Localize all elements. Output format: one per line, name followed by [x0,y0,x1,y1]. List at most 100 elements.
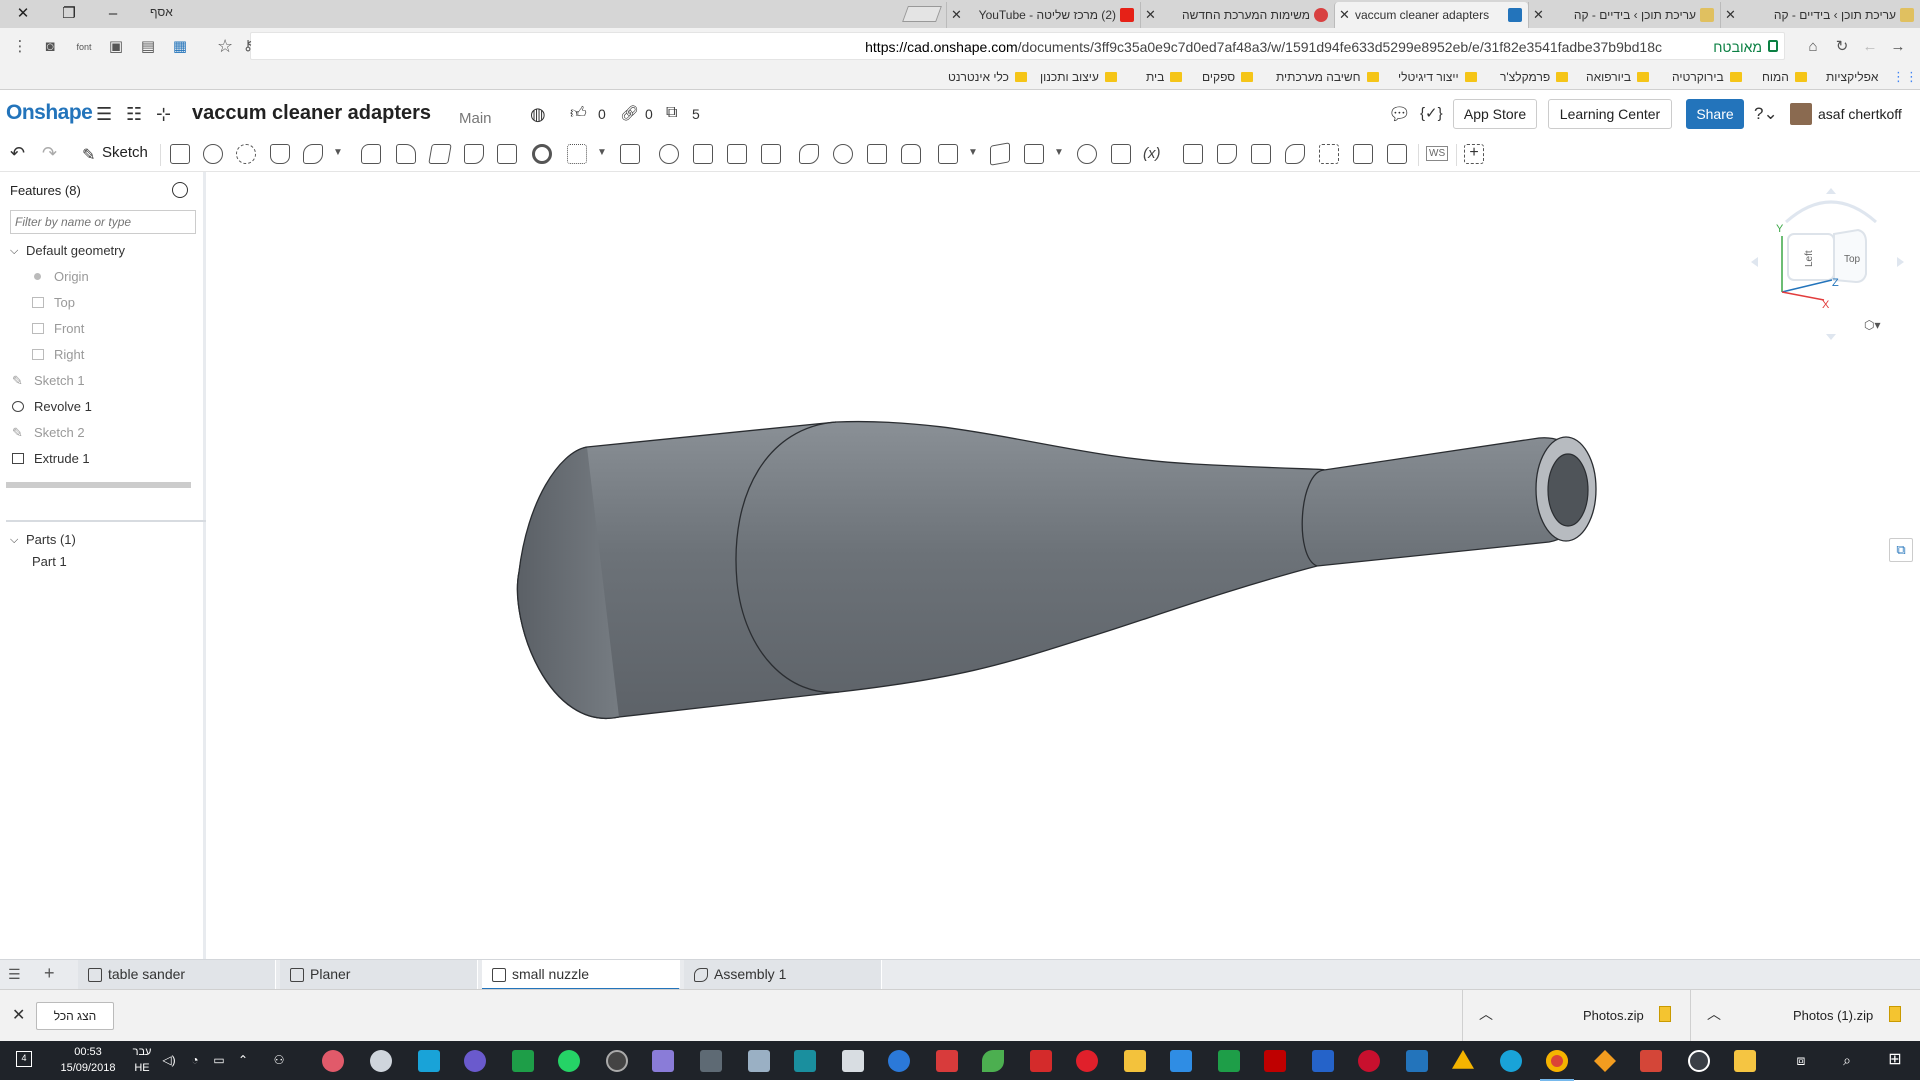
sweep-tool-icon[interactable] [236,144,256,164]
bookmark-item[interactable]: אפליקציות [1826,70,1878,84]
revolve-tool-icon[interactable] [203,144,223,164]
menu-dots-icon[interactable]: ⋮ [10,37,30,57]
rib-tool-icon[interactable] [464,144,484,164]
bookmark-folder[interactable]: ייצור דיגיטלי [1398,70,1477,84]
xmind-app-icon[interactable] [936,1050,958,1072]
tray-expand-icon[interactable]: ⌃ [236,1053,250,1067]
apps-grid-icon[interactable]: ⋮⋮ [1892,69,1918,85]
tab-close-icon[interactable]: ✕ [1725,2,1736,28]
onshape-logo[interactable]: Onshape [6,101,93,125]
leaf-app-icon[interactable] [982,1050,1004,1072]
tab-tool-icon[interactable] [1251,144,1271,164]
filezilla-app-icon[interactable] [1264,1050,1286,1072]
sheet-metal-icon[interactable] [1183,144,1203,164]
chevron-down-icon[interactable]: ⌵ [10,240,18,262]
inkscape-app-icon[interactable] [652,1050,674,1072]
windows-start-icon[interactable]: ⊞ [1888,1052,1902,1068]
window-minimize-icon[interactable]: – [100,3,126,25]
asana-app-icon[interactable] [322,1050,344,1072]
tab-table-sander[interactable]: table sander [78,960,276,990]
delete-part-icon[interactable] [761,144,781,164]
chrome-app-icon[interactable] [1540,1050,1574,1081]
chevron-down-icon[interactable]: ▼ [597,147,607,167]
calendar-extension-icon[interactable]: ▦ [170,37,190,57]
bend-tool-icon[interactable] [1285,144,1305,164]
rotate-arc-icon[interactable] [1785,200,1877,224]
bookmark-star-icon[interactable]: ☆ [217,36,233,57]
download-item[interactable]: ︿ Photos (1).zip [1690,990,1920,1042]
mirror-tool-icon[interactable] [620,144,640,164]
browser-tab[interactable]: (2) מרכז שליטה - YouTube ✕ [946,2,1140,28]
bookmark-folder[interactable]: חשיבה מערכתית [1276,70,1379,84]
bookmark-folder[interactable]: ביורפואה [1586,70,1650,84]
mate-connector-icon[interactable] [1111,144,1131,164]
insert-icon[interactable]: ⊹ [156,104,171,125]
tab-manager-icon[interactable]: ☰ [8,966,21,983]
extension-icon[interactable]: ◙ [40,37,60,57]
chevron-down-icon[interactable]: ▼ [333,147,343,167]
notifications-icon[interactable]: 4 [16,1051,32,1067]
url-omnibox[interactable]: ☆ ⚷ https://cad.onshape.com/documents/3f… [217,32,1785,60]
obs-app-icon[interactable] [606,1050,628,1072]
add-custom-feature-icon[interactable]: + [1464,144,1484,164]
transform-tool-icon[interactable] [727,144,747,164]
feature-list-toggle-icon[interactable]: ☷ [126,104,142,125]
bookmark-folder[interactable]: עיצוב ותכנון [1040,70,1117,84]
gmail-app-icon[interactable] [1640,1050,1662,1072]
chevron-up-icon[interactable]: ︿ [1707,1004,1721,1024]
branch-label[interactable]: Main [459,110,492,127]
shell-tool-icon[interactable] [497,144,517,164]
variable-tool-icon[interactable]: (x) [1143,145,1161,162]
chevron-up-icon[interactable]: ︿ [1479,1004,1493,1024]
fillet-tool-icon[interactable] [361,144,381,164]
boolean-tool-icon[interactable] [659,144,679,164]
drone-app-icon[interactable] [700,1050,722,1072]
helix-tool-icon[interactable] [1024,144,1044,164]
bookmark-folder[interactable]: בית [1146,70,1183,84]
hamburger-menu-icon[interactable]: ☰ [96,104,112,125]
bookmark-folder[interactable]: בירוקרטיה [1672,70,1742,84]
edge-app-icon[interactable] [888,1050,910,1072]
language-indicator[interactable]: עבר HE [130,1044,154,1076]
pc-app-icon[interactable] [842,1050,864,1072]
chamfer-tool-icon[interactable] [396,144,416,164]
sketch-button[interactable]: Sketch [102,144,148,161]
panel-divider[interactable] [6,520,206,522]
davinci-app-icon[interactable] [464,1050,486,1072]
browser-tab[interactable]: עריכת תוכן › בידיים - קה ✕ [1720,2,1920,28]
linear-pattern-icon[interactable] [567,144,587,164]
browser-tab[interactable]: משימות המערכת החדשה ✕ [1140,2,1334,28]
rotate-right-icon[interactable] [1897,257,1904,267]
pinwheel-app-icon[interactable] [1594,1050,1616,1072]
tab-close-icon[interactable]: ✕ [1533,2,1544,28]
system-clock[interactable]: 00:53 15/09/2018 [56,1044,120,1076]
corner-tool-icon[interactable] [1353,144,1373,164]
like-icon[interactable]: 👍︎ [570,104,587,123]
bookmark-folder[interactable]: ספקים [1202,70,1254,84]
bookmark-folder[interactable]: המוח [1762,70,1807,84]
split-tool-icon[interactable] [693,144,713,164]
rotate-down-icon[interactable] [1826,334,1836,340]
comments-icon[interactable]: 💬︎ [1388,104,1411,125]
move-face-icon[interactable] [867,144,887,164]
chevron-down-icon[interactable]: ▼ [968,147,978,167]
bookmark-folder[interactable]: פרמקלצ'ר [1500,70,1569,84]
undo-icon[interactable]: ↶ [10,143,25,164]
redo-icon[interactable]: ↷ [42,143,57,164]
rollback-timer-icon[interactable] [172,182,188,198]
account-app-icon[interactable] [1688,1050,1710,1072]
globe-public-icon[interactable]: ◍ [530,104,546,125]
link-icon[interactable]: 🔗︎ [620,104,639,122]
3d-app-icon[interactable] [748,1050,770,1072]
opera-app-icon[interactable] [1076,1050,1098,1072]
onshape-app-icon[interactable] [1406,1050,1428,1072]
view-cube[interactable]: Y Z X Left Top ⬡▾ [1746,182,1916,342]
thicken-tool-icon[interactable] [303,144,323,164]
plane-tool-icon[interactable] [990,142,1010,166]
extrude-tool-icon[interactable] [170,144,190,164]
nozzle-body[interactable] [516,420,1588,720]
file-explorer-icon[interactable] [1734,1050,1756,1072]
hole-tool-icon[interactable] [532,144,552,164]
nozzle-part[interactable] [516,420,1597,720]
forward-icon[interactable]: ← [1860,37,1880,57]
